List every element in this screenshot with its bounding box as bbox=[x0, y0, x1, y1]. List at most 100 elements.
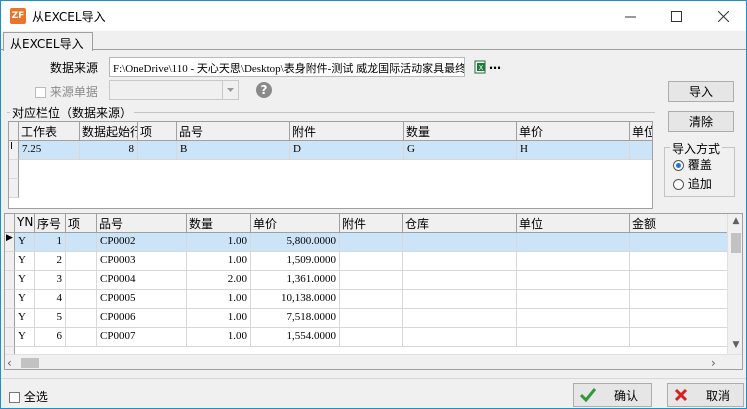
browse-button[interactable]: X … bbox=[474, 58, 502, 75]
cell-part-no[interactable]: CP0003 bbox=[97, 252, 187, 271]
cell-part-no[interactable]: CP0004 bbox=[97, 271, 187, 290]
cell-yn[interactable]: Y bbox=[15, 271, 35, 290]
cell-seq[interactable]: 4 bbox=[35, 290, 66, 309]
cell-qty[interactable]: 1.00 bbox=[187, 309, 251, 328]
data-col-warehouse[interactable]: 仓库 bbox=[403, 214, 517, 233]
cell-item[interactable] bbox=[66, 328, 97, 347]
ok-button[interactable]: 确认 bbox=[573, 383, 652, 407]
data-col-price[interactable]: 单价 bbox=[251, 214, 340, 233]
cell-unit[interactable] bbox=[517, 290, 630, 309]
data-col-qty[interactable]: 数量 bbox=[187, 214, 251, 233]
cell-attachment[interactable] bbox=[340, 252, 403, 271]
mapping-cell-unit[interactable] bbox=[630, 141, 652, 160]
vertical-scroll-thumb[interactable] bbox=[731, 233, 741, 253]
cell-price[interactable]: 7,518.0000 bbox=[251, 309, 340, 328]
table-row[interactable]: Y 4 CP0005 1.00 10,138.0000 bbox=[5, 290, 730, 309]
cell-attachment[interactable] bbox=[340, 328, 403, 347]
mapping-col-unit[interactable]: 单位 bbox=[630, 122, 652, 141]
cell-attachment[interactable] bbox=[340, 233, 403, 252]
cell-part-no[interactable]: CP0007 bbox=[97, 328, 187, 347]
cell-amount[interactable] bbox=[630, 328, 730, 347]
cell-qty[interactable]: 1.00 bbox=[187, 252, 251, 271]
help-icon[interactable]: ? bbox=[256, 82, 272, 98]
scroll-right-icon[interactable]: › bbox=[711, 356, 723, 369]
cell-unit[interactable] bbox=[517, 252, 630, 271]
data-col-amount[interactable]: 金额 bbox=[630, 214, 730, 233]
data-col-yn[interactable]: YN bbox=[15, 214, 35, 233]
cell-warehouse[interactable] bbox=[403, 328, 517, 347]
mapping-cell-attachment[interactable]: D bbox=[290, 141, 404, 160]
scroll-up-icon[interactable]: ▲ bbox=[728, 216, 742, 228]
cell-yn[interactable]: Y bbox=[15, 290, 35, 309]
table-row[interactable]: Y 3 CP0004 2.00 1,361.0000 bbox=[5, 271, 730, 290]
mapping-col-part-no[interactable]: 品号 bbox=[177, 122, 290, 141]
cell-unit[interactable] bbox=[517, 271, 630, 290]
minimize-icon[interactable] bbox=[607, 1, 653, 31]
cell-yn[interactable]: Y bbox=[15, 252, 35, 271]
cell-part-no[interactable]: CP0006 bbox=[97, 309, 187, 328]
cell-seq[interactable]: 6 bbox=[35, 328, 66, 347]
mapping-col-item[interactable]: 项 bbox=[138, 122, 177, 141]
cell-seq[interactable]: 2 bbox=[35, 252, 66, 271]
source-path-input[interactable]: F:\OneDrive\110 - 天心天思\Desktop\表身附件-测试 威… bbox=[109, 57, 465, 77]
import-button[interactable]: 导入 bbox=[668, 81, 734, 102]
data-col-seq[interactable]: 序号 bbox=[35, 214, 66, 233]
radio-overwrite[interactable]: 覆盖 bbox=[673, 156, 712, 173]
tab-import-excel[interactable]: 从EXCEL导入 bbox=[3, 32, 93, 51]
scroll-left-icon[interactable]: ‹ bbox=[7, 356, 19, 369]
cell-seq[interactable]: 1 bbox=[35, 233, 66, 252]
cell-price[interactable]: 5,800.0000 bbox=[251, 233, 340, 252]
cell-item[interactable] bbox=[66, 290, 97, 309]
cell-price[interactable]: 1,554.0000 bbox=[251, 328, 340, 347]
cell-qty[interactable]: 1.00 bbox=[187, 290, 251, 309]
cell-seq[interactable]: 3 bbox=[35, 271, 66, 290]
mapping-col-sheet[interactable]: 工作表 bbox=[19, 122, 80, 141]
cell-unit[interactable] bbox=[517, 233, 630, 252]
cell-qty[interactable]: 2.00 bbox=[187, 271, 251, 290]
mapping-cell-start-row[interactable]: 8 bbox=[80, 141, 138, 160]
cell-unit[interactable] bbox=[517, 328, 630, 347]
cell-yn[interactable]: Y bbox=[15, 233, 35, 252]
cell-amount[interactable] bbox=[630, 290, 730, 309]
table-row[interactable]: Y 5 CP0006 1.00 7,518.0000 bbox=[5, 309, 730, 328]
source-doc-checkbox-wrap[interactable]: 来源单据 bbox=[35, 83, 98, 100]
mapping-col-start-row[interactable]: 数据起始行 bbox=[80, 122, 138, 141]
source-doc-select[interactable] bbox=[109, 80, 239, 100]
cancel-button[interactable]: 取消 bbox=[667, 383, 744, 407]
horizontal-scrollbar[interactable]: ‹ › bbox=[5, 354, 742, 369]
cell-qty[interactable]: 1.00 bbox=[187, 233, 251, 252]
cell-qty[interactable]: 1.00 bbox=[187, 328, 251, 347]
cell-yn[interactable]: Y bbox=[15, 328, 35, 347]
close-icon[interactable] bbox=[700, 1, 746, 31]
data-col-attachment[interactable]: 附件 bbox=[340, 214, 403, 233]
select-all[interactable]: 全选 bbox=[9, 388, 48, 405]
data-col-unit[interactable]: 单位 bbox=[517, 214, 630, 233]
table-row[interactable]: Y 6 CP0007 1.00 1,554.0000 bbox=[5, 328, 730, 347]
table-row[interactable]: Y 2 CP0003 1.00 1,509.0000 bbox=[5, 252, 730, 271]
mapping-cell-price[interactable]: H bbox=[517, 141, 630, 160]
mapping-cell-part-no[interactable]: B bbox=[177, 141, 290, 160]
cell-amount[interactable] bbox=[630, 252, 730, 271]
scroll-down-icon[interactable]: ▼ bbox=[728, 340, 742, 352]
mapping-cell-item[interactable] bbox=[138, 141, 177, 160]
maximize-icon[interactable] bbox=[653, 1, 699, 31]
cell-amount[interactable] bbox=[630, 271, 730, 290]
mapping-row[interactable]: I 7.25 8 B D G H bbox=[9, 141, 652, 160]
cell-attachment[interactable] bbox=[340, 290, 403, 309]
radio-append[interactable]: 追加 bbox=[673, 175, 712, 192]
clear-button[interactable]: 清除 bbox=[668, 111, 734, 132]
cell-warehouse[interactable] bbox=[403, 309, 517, 328]
cell-attachment[interactable] bbox=[340, 271, 403, 290]
cell-yn[interactable]: Y bbox=[15, 309, 35, 328]
mapping-col-price[interactable]: 单价 bbox=[517, 122, 630, 141]
cell-warehouse[interactable] bbox=[403, 271, 517, 290]
cell-attachment[interactable] bbox=[340, 309, 403, 328]
source-doc-checkbox[interactable] bbox=[35, 87, 46, 98]
cell-item[interactable] bbox=[66, 271, 97, 290]
cell-seq[interactable]: 5 bbox=[35, 309, 66, 328]
horizontal-scroll-thumb[interactable] bbox=[21, 358, 39, 368]
cell-unit[interactable] bbox=[517, 309, 630, 328]
cell-part-no[interactable]: CP0002 bbox=[97, 233, 187, 252]
cell-item[interactable] bbox=[66, 309, 97, 328]
cell-warehouse[interactable] bbox=[403, 252, 517, 271]
